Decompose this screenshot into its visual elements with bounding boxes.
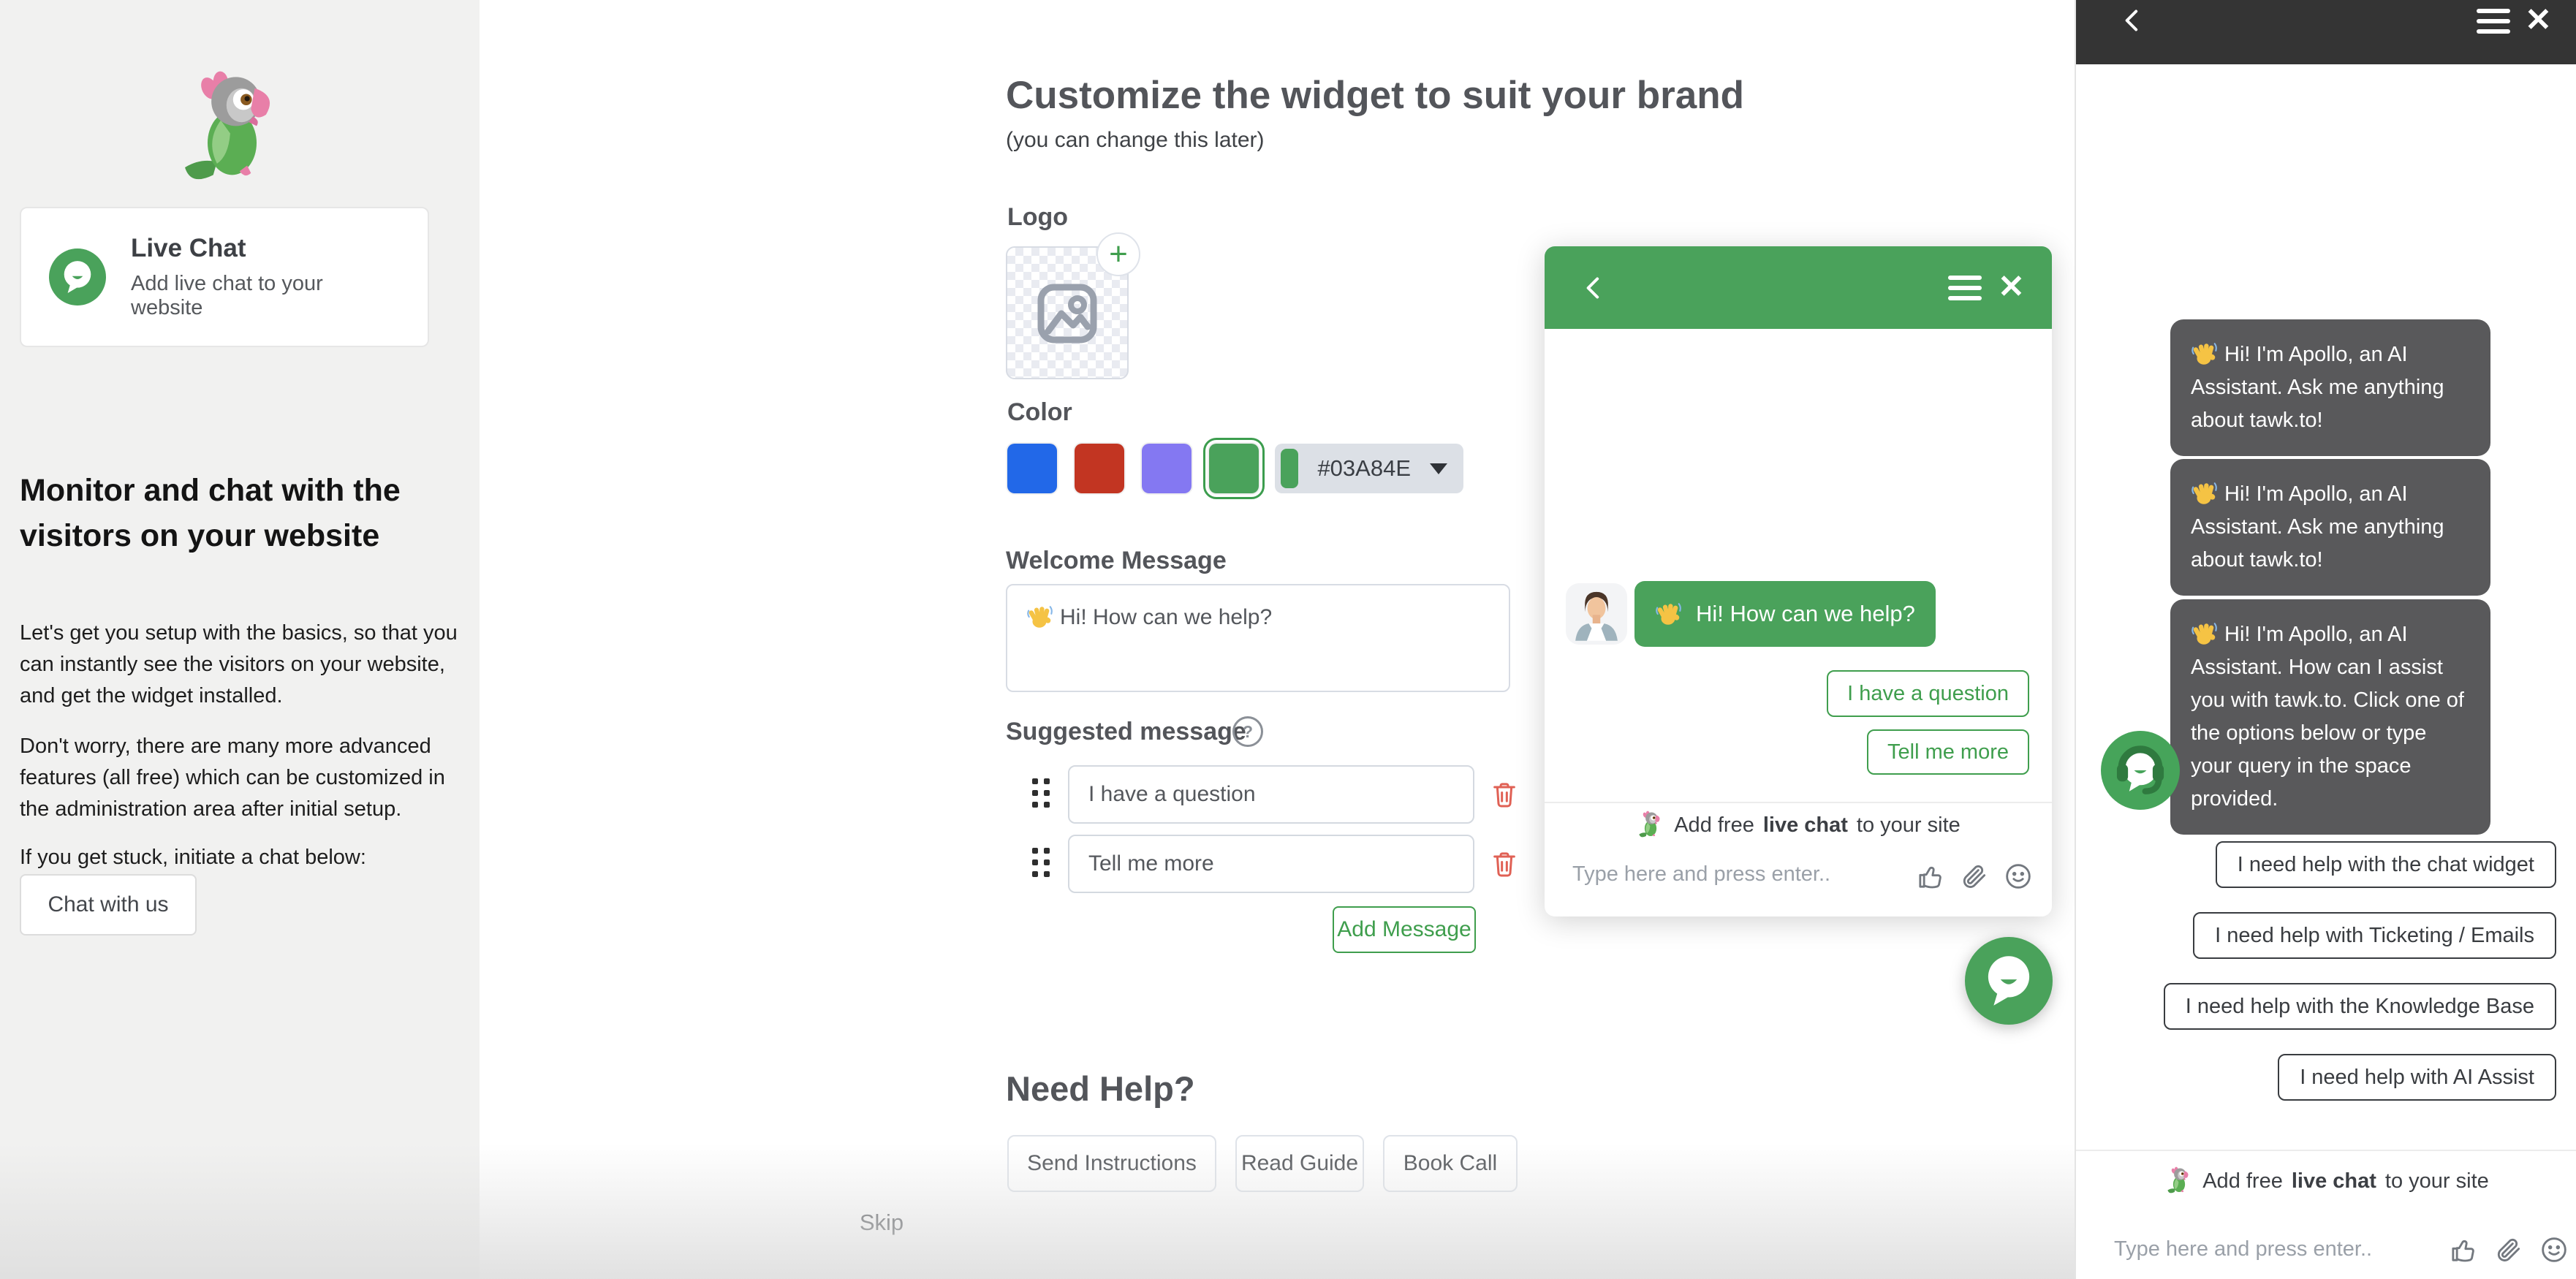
suggested-message-input-1[interactable] <box>1068 765 1474 824</box>
branding-prefix: Add free <box>1674 813 1754 838</box>
book-call-button[interactable]: Book Call <box>1383 1135 1518 1192</box>
image-placeholder-icon <box>1032 278 1102 349</box>
ai-message-bubble: Hi! I'm Apollo, an AI Assistant. Ask me … <box>2170 459 2490 596</box>
tawkto-setup-page: Live Chat Add live chat to your website … <box>0 0 2576 1279</box>
preview-chat-input[interactable] <box>1571 862 1888 887</box>
delete-message-icon[interactable] <box>1490 847 1519 881</box>
ai-message-text: Hi! I'm Apollo, an AI Assistant. How can… <box>2191 623 2464 811</box>
custom-color-swatch <box>1281 449 1298 488</box>
menu-icon[interactable] <box>2477 9 2510 34</box>
option-ai-assist[interactable]: I need help with AI Assist <box>2278 1054 2556 1101</box>
ai-assistant-panel: ✕ Hi! I'm Apollo, an AI Assistant. Ask m… <box>2075 0 2576 1279</box>
wave-emoji-icon <box>2191 340 2219 368</box>
wave-emoji-icon <box>2191 620 2219 648</box>
ai-message-text: Hi! I'm Apollo, an AI Assistant. Ask me … <box>2191 343 2444 432</box>
welcome-message-value: Hi! How can we help? <box>1060 605 1272 629</box>
sidebar-paragraph: If you get stuck, initiate a chat below: <box>20 842 458 873</box>
thumbs-up-icon[interactable] <box>1916 862 1945 891</box>
smiley-icon[interactable] <box>2539 1235 2569 1264</box>
preview-welcome-text: Hi! How can we help? <box>1696 601 1915 627</box>
branding-prefix: Add free <box>2202 1169 2283 1193</box>
custom-color-hex-value: #03A84E <box>1317 455 1411 482</box>
divider <box>1545 802 2052 803</box>
custom-color-dropdown[interactable]: #03A84E <box>1275 444 1463 493</box>
parrot-icon <box>2164 1166 2194 1196</box>
color-section-label: Color <box>1007 398 1072 427</box>
color-swatch-purple[interactable] <box>1142 444 1192 493</box>
suggested-message-help-icon[interactable]: ? <box>1232 716 1263 747</box>
welcome-message-textarea[interactable]: Hi! How can we help? <box>1006 584 1510 692</box>
left-sidebar: Live Chat Add live chat to your website … <box>0 0 480 1279</box>
wave-emoji-icon <box>2191 479 2219 507</box>
agent-avatar <box>1566 583 1627 645</box>
skip-link[interactable]: Skip <box>845 1210 918 1236</box>
chevron-down-icon <box>1430 463 1447 474</box>
paperclip-icon[interactable] <box>1960 862 1989 891</box>
thumbs-up-icon[interactable] <box>2449 1235 2478 1264</box>
close-icon[interactable]: ✕ <box>2525 6 2552 35</box>
suggested-message-label: Suggested message <box>1006 718 1246 746</box>
page-title: Customize the widget to suit your brand <box>1006 73 1744 118</box>
read-guide-button[interactable]: Read Guide <box>1235 1135 1364 1192</box>
widget-preview: ✕ Hi! How can we help? I have a question… <box>1545 246 2052 916</box>
need-help-title: Need Help? <box>1006 1069 1195 1109</box>
send-instructions-button[interactable]: Send Instructions <box>1007 1135 1216 1192</box>
tawkto-branding-link[interactable]: Add free live chat to your site <box>1545 811 2052 840</box>
back-icon[interactable] <box>2118 6 2148 35</box>
chat-with-us-button[interactable]: Chat with us <box>20 874 197 935</box>
color-swatch-green-selected[interactable] <box>1209 444 1259 493</box>
drag-handle[interactable] <box>1032 778 1051 811</box>
parrot-icon <box>1636 811 1665 840</box>
live-chat-bubble-icon <box>49 248 106 305</box>
option-knowledge-base[interactable]: I need help with the Knowledge Base <box>2164 983 2556 1030</box>
suggested-message-input-2[interactable] <box>1068 835 1474 893</box>
ai-message-bubble: Hi! I'm Apollo, an AI Assistant. How can… <box>2170 599 2490 835</box>
wave-emoji-icon <box>1655 600 1683 628</box>
sidebar-heading: Monitor and chat with the visitors on yo… <box>20 468 422 558</box>
branding-suffix: to your site <box>2385 1169 2489 1193</box>
ai-message-bubble: Hi! I'm Apollo, an AI Assistant. Ask me … <box>2170 319 2490 456</box>
live-chat-card-title: Live Chat <box>131 234 400 263</box>
quick-reply-tellmemore[interactable]: Tell me more <box>1867 729 2029 775</box>
menu-icon[interactable] <box>1948 276 1982 300</box>
ai-message-text: Hi! I'm Apollo, an AI Assistant. Ask me … <box>2191 482 2444 572</box>
option-ticketing-emails[interactable]: I need help with Ticketing / Emails <box>2193 912 2556 959</box>
option-chat-widget[interactable]: I need help with the chat widget <box>2216 841 2556 888</box>
logo-section-label: Logo <box>1007 203 1068 232</box>
live-chat-card: Live Chat Add live chat to your website <box>20 207 429 347</box>
wave-emoji-icon <box>1026 603 1054 631</box>
divider <box>2076 1150 2576 1151</box>
page-subtitle: (you can change this later) <box>1006 128 1265 153</box>
preview-welcome-bubble: Hi! How can we help? <box>1634 581 1936 647</box>
floating-chat-button[interactable] <box>1965 937 2053 1025</box>
welcome-message-label: Welcome Message <box>1006 547 1227 575</box>
smiley-icon[interactable] <box>2004 862 2033 891</box>
tawkto-branding-link[interactable]: Add free live chat to your site <box>2076 1166 2576 1196</box>
branding-suffix: to your site <box>1857 813 1961 838</box>
ai-panel-header: ✕ <box>2076 0 2576 64</box>
preview-widget-header: ✕ <box>1545 246 2052 329</box>
color-swatch-red[interactable] <box>1075 444 1124 493</box>
branding-bold: live chat <box>1763 813 1848 838</box>
ai-agent-headset-avatar <box>2101 731 2180 810</box>
live-chat-card-subtitle: Add live chat to your website <box>131 272 400 320</box>
paperclip-icon[interactable] <box>2494 1235 2523 1264</box>
sidebar-paragraph: Let's get you setup with the basics, so … <box>20 618 458 712</box>
delete-message-icon[interactable] <box>1490 778 1519 811</box>
drag-handle[interactable] <box>1032 848 1051 880</box>
tawkto-parrot-logo-icon <box>172 69 292 190</box>
add-message-button[interactable]: Add Message <box>1333 906 1476 953</box>
color-swatch-blue[interactable] <box>1007 444 1057 493</box>
ai-chat-input[interactable] <box>2113 1237 2430 1262</box>
quick-reply-question[interactable]: I have a question <box>1827 670 2029 717</box>
branding-bold: live chat <box>2292 1169 2376 1193</box>
sidebar-paragraph: Don't worry, there are many more advance… <box>20 731 458 825</box>
close-icon[interactable]: ✕ <box>1998 273 2025 302</box>
back-icon[interactable] <box>1580 273 1609 303</box>
add-logo-button[interactable]: + <box>1096 232 1140 276</box>
